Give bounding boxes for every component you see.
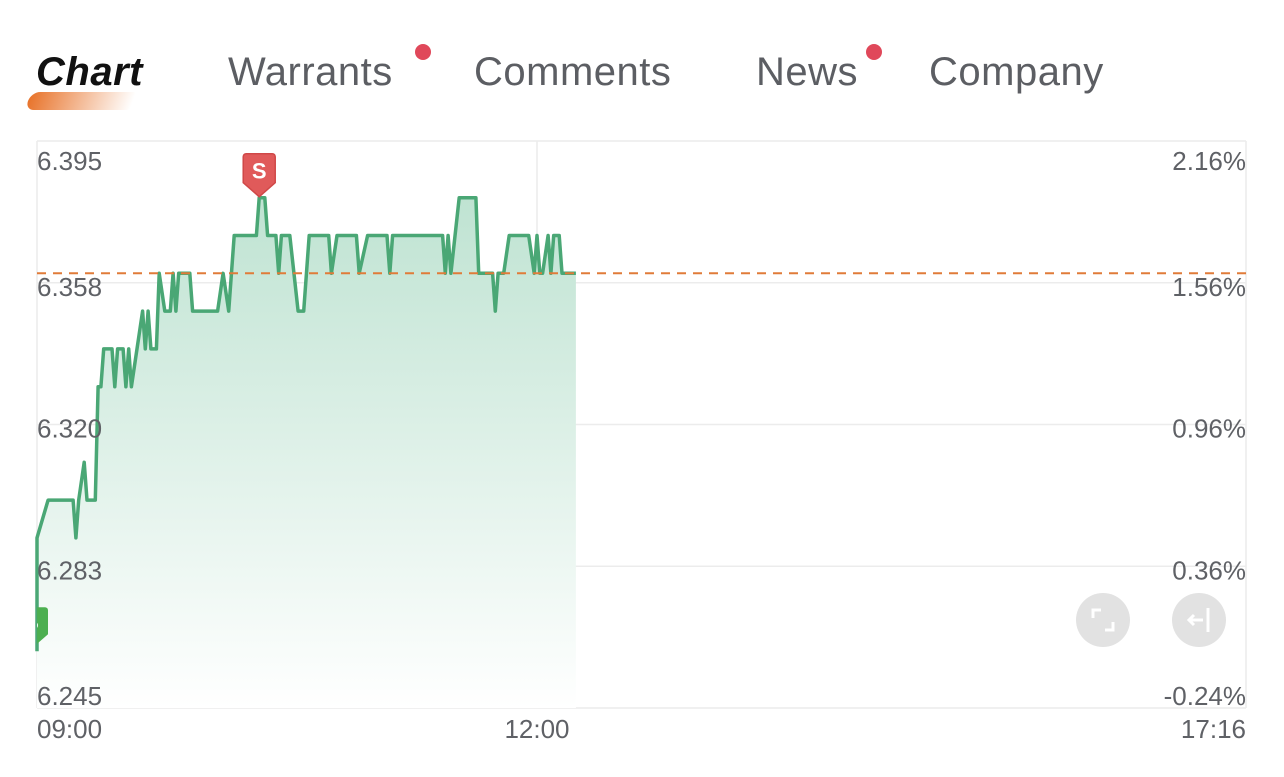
collapse-button[interactable] [1172,593,1226,647]
y-tick-label-left: 6.358 [37,272,102,302]
x-tick-label: 09:00 [37,714,102,744]
arrow-left-bar-icon [1186,608,1210,632]
y-tick-label-left: 6.283 [37,555,102,585]
y-tick-label-left: 6.245 [37,681,102,711]
y-tick-label-right: 0.96% [1172,414,1246,444]
sell-marker: S [242,152,276,198]
sell-marker-label: S [252,159,267,184]
y-tick-label-right: 0.36% [1172,555,1246,585]
fullscreen-button[interactable] [1076,593,1130,647]
y-tick-label-right: -0.24% [1164,681,1246,711]
y-tick-label-right: 2.16% [1172,146,1246,176]
y-tick-label-right: 1.56% [1172,272,1246,302]
y-tick-label-left: 6.320 [37,414,102,444]
fullscreen-icon [1091,608,1115,632]
x-tick-label: 17:16 [1181,714,1246,744]
x-tick-label: 12:00 [504,714,569,744]
y-tick-label-left: 6.395 [37,146,102,176]
intraday-chart[interactable]: 6.395 2.16% 6.358 1.56% 6.320 0.96% 6.283 0.36%… [0,0,1284,777]
